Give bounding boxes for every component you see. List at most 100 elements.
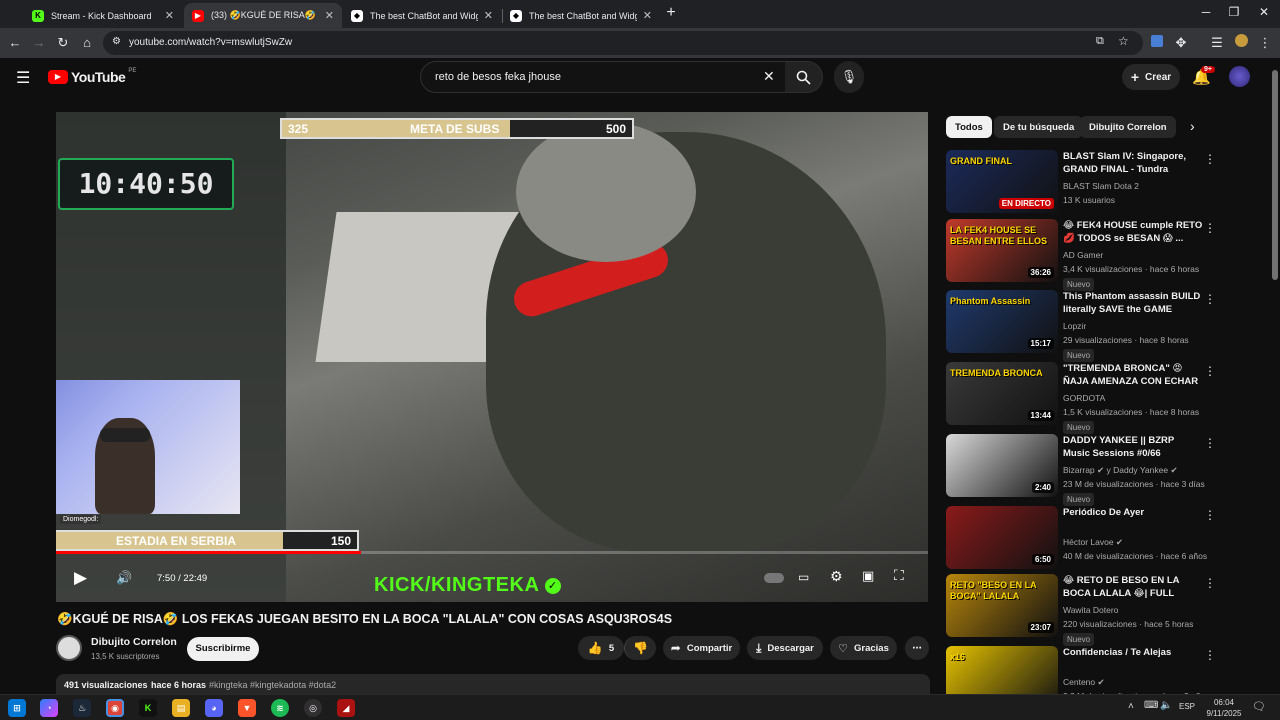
recommendation-item[interactable]: RETO "BESO EN LA BOCA" LALALA 23:07 😂 RETO… bbox=[946, 574, 1221, 646]
more-vertical-icon[interactable]: ⋮ bbox=[1204, 152, 1216, 166]
more-vertical-icon[interactable]: ⋮ bbox=[1204, 576, 1216, 590]
home-icon[interactable]: ⌂ bbox=[78, 34, 96, 52]
profile-avatar-icon[interactable] bbox=[1232, 34, 1250, 52]
steam-icon[interactable]: ♨ bbox=[73, 699, 91, 717]
new-tab-button[interactable]: + bbox=[662, 4, 680, 22]
settings-gear-icon[interactable]: ⚙ bbox=[830, 568, 843, 585]
like-button[interactable]: 👍 5 bbox=[578, 636, 624, 660]
restore-button[interactable]: ❐ bbox=[1224, 5, 1244, 21]
network-icon[interactable]: ⌨ bbox=[1144, 700, 1158, 711]
hashtags[interactable]: #kingteka #kingtekadota #dota2 bbox=[209, 680, 336, 690]
browser-tab-youtube[interactable]: ▶ (33) 🤣KGUÉ DE RISA🤣 LOS F ✕ bbox=[184, 3, 342, 28]
recommendation-item[interactable]: LA FEK4 HOUSE SE BESAN ENTRE ELLOS 36:26 😂… bbox=[946, 219, 1221, 291]
chip-all[interactable]: Todos bbox=[946, 116, 992, 138]
windows-start-icon[interactable]: ⊞ bbox=[8, 699, 26, 717]
translate-extension-icon[interactable] bbox=[1148, 34, 1166, 52]
autoplay-toggle[interactable] bbox=[764, 573, 784, 583]
address-bar[interactable]: ⚙ youtube.com/watch?v=mswlutjSwZw ⧉ ☆ bbox=[103, 31, 1143, 55]
hamburger-menu-icon[interactable]: ☰ bbox=[16, 68, 30, 88]
file-explorer-icon[interactable]: ▤ bbox=[172, 699, 190, 717]
subscribe-button[interactable]: Suscribirme bbox=[187, 637, 259, 661]
site-info-icon[interactable]: ⚙ bbox=[112, 36, 121, 47]
browser-tab-streamelements-2[interactable]: ◆ The best ChatBot and Widgets ✕ bbox=[502, 3, 660, 28]
close-tab-icon[interactable]: ✕ bbox=[325, 9, 334, 22]
youtube-logo[interactable]: ▶ YouTube PE bbox=[48, 68, 136, 85]
install-app-icon[interactable]: ⧉ bbox=[1096, 35, 1104, 48]
more-vertical-icon[interactable]: ⋮ bbox=[1204, 508, 1216, 522]
recommendation-title[interactable]: Confidencias / Te Alejas bbox=[1063, 646, 1203, 659]
description-box[interactable]: 491 visualizaciones hace 6 horas #kingte… bbox=[56, 674, 930, 696]
search-input[interactable]: reto de besos feka jhouse ✕ bbox=[420, 61, 786, 93]
browser-tab-kick-dashboard[interactable]: K Stream - Kick Dashboard ✕ bbox=[24, 3, 182, 28]
reload-icon[interactable]: ↻ bbox=[54, 34, 72, 52]
more-vertical-icon[interactable]: ⋮ bbox=[1204, 436, 1216, 450]
recommendation-title[interactable]: "TREMENDA BRONCA" 😡 ÑAJA AMENAZA CON ECH… bbox=[1063, 362, 1203, 389]
extensions-puzzle-icon[interactable]: ✥ bbox=[1172, 34, 1190, 52]
more-vertical-icon[interactable]: ⋮ bbox=[1204, 221, 1216, 235]
close-window-button[interactable]: ✕ bbox=[1254, 5, 1274, 21]
recommendation-channel[interactable]: Wawita Dotero bbox=[1063, 605, 1118, 615]
recommendation-item[interactable]: Phantom Assassin 15:17 This Phantom assass… bbox=[946, 290, 1221, 362]
subtitles-icon[interactable]: ▭ bbox=[798, 570, 809, 584]
chrome-menu-icon[interactable]: ⋮ bbox=[1256, 34, 1274, 52]
video-progress-track[interactable] bbox=[56, 551, 928, 554]
recommendation-channel[interactable]: Lopzir bbox=[1063, 321, 1086, 331]
thanks-button[interactable]: ♡ Gracias bbox=[830, 636, 897, 660]
search-button[interactable] bbox=[785, 61, 823, 93]
chip-from-search[interactable]: De tu búsqueda bbox=[994, 116, 1084, 138]
account-avatar[interactable] bbox=[1229, 66, 1250, 87]
chevron-right-icon[interactable]: › bbox=[1190, 118, 1195, 134]
voice-search-icon[interactable]: 🎙 bbox=[834, 61, 864, 93]
video-thumbnail[interactable]: GRAND FINAL EN DIRECTO bbox=[946, 150, 1058, 213]
dislike-button[interactable]: 👎 bbox=[624, 636, 656, 660]
volume-icon[interactable]: 🔊 bbox=[116, 570, 132, 586]
more-vertical-icon[interactable]: ⋮ bbox=[1204, 364, 1216, 378]
recommendation-title[interactable]: 😂 FEK4 HOUSE cumple RETO 💋 TODOS se BESA… bbox=[1063, 219, 1203, 245]
speaker-icon[interactable]: 🔈 bbox=[1160, 700, 1172, 711]
back-arrow-icon[interactable]: ← bbox=[6, 34, 24, 52]
recommendation-channel[interactable]: Centeno ✔ bbox=[1063, 677, 1105, 688]
page-scrollbar[interactable] bbox=[1270, 58, 1280, 694]
recommendation-title[interactable]: DADDY YANKEE || BZRP Music Sessions #0/6… bbox=[1063, 434, 1203, 460]
close-tab-icon[interactable]: ✕ bbox=[165, 9, 174, 22]
video-thumbnail[interactable]: TREMENDA BRONCA 13:44 bbox=[946, 362, 1058, 425]
video-thumbnail[interactable]: LA FEK4 HOUSE SE BESAN ENTRE ELLOS 36:26 bbox=[946, 219, 1058, 282]
video-thumbnail[interactable]: 2:40 bbox=[946, 434, 1058, 497]
reading-list-icon[interactable]: ☰ bbox=[1208, 34, 1226, 52]
bookmark-star-icon[interactable]: ☆ bbox=[1118, 34, 1129, 48]
discord-icon[interactable]: ◕ bbox=[205, 699, 223, 717]
share-button[interactable]: ➦ Compartir bbox=[663, 636, 740, 660]
recommendation-item[interactable]: 2:40 DADDY YANKEE || BZRP Music Sessions … bbox=[946, 434, 1221, 506]
close-tab-icon[interactable]: ✕ bbox=[484, 9, 493, 22]
recommendation-title[interactable]: BLAST Slam IV: Singapore, GRAND FINAL - … bbox=[1063, 150, 1203, 177]
clock[interactable]: 06:04 9/11/2025 bbox=[1204, 697, 1244, 719]
chrome-taskbar-icon[interactable]: ◉ bbox=[106, 699, 124, 717]
play-button[interactable]: ▶ bbox=[74, 568, 87, 588]
channel-avatar[interactable] bbox=[56, 635, 82, 661]
tray-chevron-icon[interactable]: ˄ bbox=[1128, 701, 1134, 712]
more-vertical-icon[interactable]: ⋮ bbox=[1204, 648, 1216, 662]
brave-icon[interactable]: ▼ bbox=[238, 699, 256, 717]
copilot-icon[interactable]: ◔ bbox=[40, 699, 58, 717]
language-indicator[interactable]: ESP bbox=[1179, 702, 1195, 711]
recommendation-title[interactable]: Periódico De Ayer bbox=[1063, 506, 1203, 519]
chip-channel[interactable]: Dibujito Correlon bbox=[1080, 116, 1176, 138]
obs-icon[interactable]: ◎ bbox=[304, 699, 322, 717]
spotify-icon[interactable]: ≋ bbox=[271, 699, 289, 717]
recommendation-channel[interactable]: Héctor Lavoe ✔ bbox=[1063, 537, 1123, 548]
recommendation-title[interactable]: This Phantom assassin BUILD literally SA… bbox=[1063, 290, 1203, 316]
video-thumbnail[interactable]: RETO "BESO EN LA BOCA" LALALA 23:07 bbox=[946, 574, 1058, 637]
forward-arrow-icon[interactable]: → bbox=[30, 34, 48, 52]
kick-taskbar-icon[interactable]: K bbox=[139, 699, 157, 717]
scrollbar-thumb[interactable] bbox=[1272, 70, 1278, 280]
video-thumbnail[interactable]: 6:50 bbox=[946, 506, 1058, 569]
recommendation-channel[interactable]: GORDOTA bbox=[1063, 393, 1105, 403]
notification-center-icon[interactable]: 🗨 bbox=[1252, 700, 1266, 713]
recommendation-title[interactable]: 😂 RETO DE BESO EN LA BOCA LALALA 😂| FULL… bbox=[1063, 574, 1203, 601]
channel-name[interactable]: Dibujito Correlon bbox=[91, 636, 177, 648]
recommendation-item[interactable]: TREMENDA BRONCA 13:44 "TREMENDA BRONCA" 😡 … bbox=[946, 362, 1221, 434]
minimize-button[interactable]: ─ bbox=[1196, 5, 1216, 21]
recommendation-item[interactable]: GRAND FINAL EN DIRECTO BLAST Slam IV: Sing… bbox=[946, 150, 1221, 216]
recommendation-channel[interactable]: BLAST Slam Dota 2 bbox=[1063, 181, 1139, 191]
browser-tab-streamelements-1[interactable]: ◆ The best ChatBot and Widgets ✕ bbox=[343, 3, 501, 28]
